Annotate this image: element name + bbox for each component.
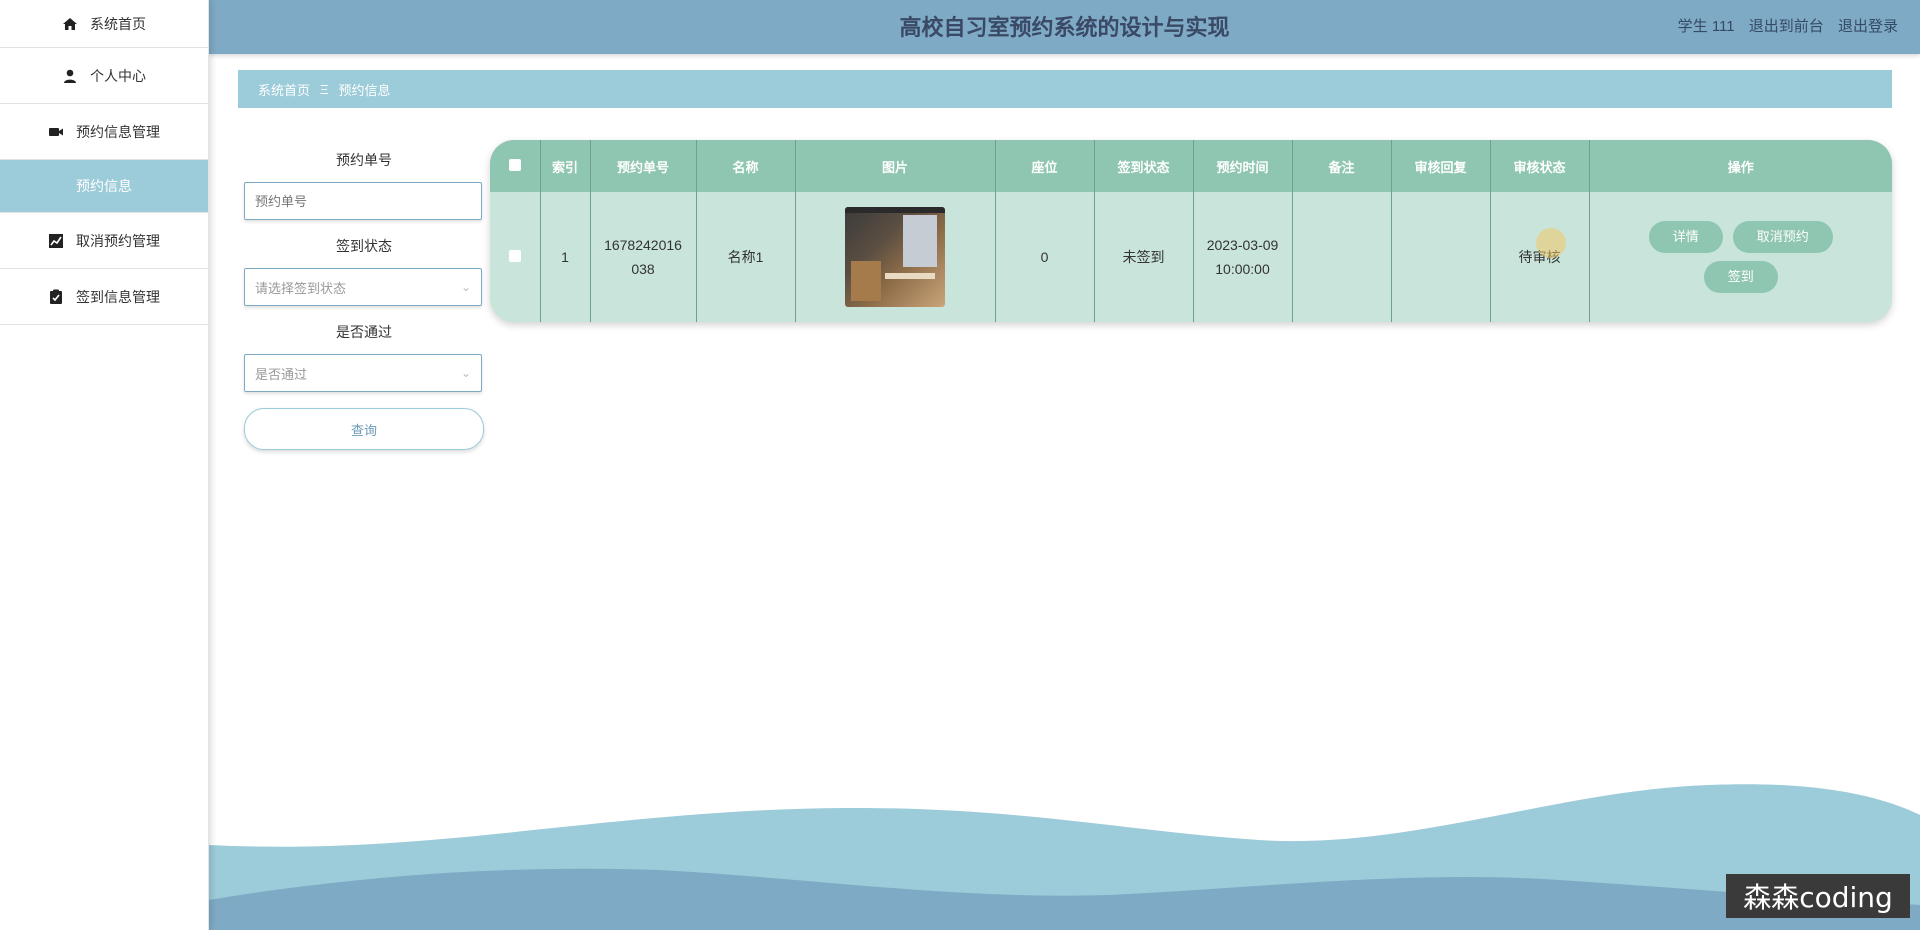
sidebar-item-label: 系统首页 [90, 15, 146, 32]
select-all-cell[interactable] [490, 140, 541, 192]
sidebar: 系统首页 个人中心 预约信息管理 预约信息 取消预约管理 签到信息管理 [0, 0, 209, 930]
watermark: 森森coding [1726, 874, 1910, 918]
cancel-booking-button[interactable]: 取消预约 [1732, 221, 1833, 253]
audit-status-cell: 待审核 [1490, 192, 1590, 322]
booking-time: 10:00:00 [1215, 261, 1270, 277]
column-header: 图片 [795, 140, 996, 192]
reply-cell [1391, 192, 1491, 322]
status-placeholder: 请选择签到状态 [255, 280, 347, 296]
breadcrumb-current: 预约信息 [338, 82, 391, 98]
order-number-line2: 038 [631, 261, 655, 277]
booking-time-cell: 2023-03-09 10:00:00 [1193, 192, 1293, 322]
checkin-button[interactable]: 签到 [1703, 261, 1778, 293]
sidebar-item-label: 预约信息管理 [76, 123, 160, 140]
cursor-highlight [1536, 228, 1566, 258]
user-icon [62, 68, 78, 84]
order-cell: 1678242016 038 [590, 192, 697, 322]
sidebar-item-label: 取消预约管理 [76, 232, 160, 249]
remark-cell [1292, 192, 1392, 322]
breadcrumb-separator: Ξ [320, 81, 329, 97]
status-select[interactable]: 请选择签到状态 ⌄ [244, 268, 482, 306]
column-header: 预约时间 [1193, 140, 1293, 192]
name-cell: 名称1 [696, 192, 796, 322]
select-all-checkbox[interactable] [508, 158, 521, 171]
sidebar-item-label: 签到信息管理 [76, 288, 160, 305]
index-cell: 1 [540, 192, 591, 322]
image-cell [795, 192, 996, 322]
row-checkbox[interactable] [508, 250, 521, 262]
seat-cell: 0 [995, 192, 1095, 322]
sidebar-item-home[interactable]: 系统首页 [0, 0, 208, 48]
sidebar-item-profile[interactable]: 个人中心 [0, 48, 208, 104]
column-header: 审核回复 [1391, 140, 1491, 192]
search-form: 预约单号 签到状态 请选择签到状态 ⌄ 是否通过 是否通过 ⌄ 查询 [244, 150, 484, 450]
column-header: 名称 [696, 140, 796, 192]
column-header: 审核状态 [1490, 140, 1590, 192]
order-number-line1: 1678242016 [604, 237, 682, 253]
logout-link[interactable]: 退出登录 [1838, 18, 1898, 35]
sidebar-item-label: 预约信息 [76, 178, 132, 194]
room-photo[interactable] [845, 207, 945, 307]
order-input[interactable] [244, 182, 482, 220]
order-label: 预约单号 [336, 152, 392, 168]
pass-select[interactable]: 是否通过 ⌄ [244, 354, 482, 392]
column-header: 预约单号 [590, 140, 697, 192]
home-icon [62, 16, 78, 32]
pass-label: 是否通过 [336, 324, 392, 340]
sidebar-item-booking-info[interactable]: 预约信息 [0, 160, 208, 213]
clipboard-icon [48, 289, 64, 305]
column-header: 索引 [540, 140, 591, 192]
header-user-area: 学生 111 退出到前台 退出登录 [1668, 15, 1898, 36]
operations-cell: 详情 取消预约 签到 [1589, 192, 1892, 322]
column-header: 座位 [995, 140, 1095, 192]
to-front-link[interactable]: 退出到前台 [1749, 18, 1824, 35]
table-row: 1 1678242016 038 名称1 0 未签到 2023-03-09 10… [490, 192, 1892, 322]
pass-placeholder: 是否通过 [255, 366, 308, 382]
breadcrumb-home[interactable]: 系统首页 [258, 80, 310, 99]
table-header-row: 索引 预约单号 名称 图片 座位 签到状态 预约时间 备注 审核回复 审核状态 … [490, 140, 1892, 192]
breadcrumb: 系统首页 Ξ 预约信息 [238, 70, 1892, 108]
top-header: 高校自习室预约系统的设计与实现 学生 111 退出到前台 退出登录 [209, 0, 1920, 54]
booking-table: 索引 预约单号 名称 图片 座位 签到状态 预约时间 备注 审核回复 审核状态 … [490, 140, 1892, 322]
column-header: 操作 [1589, 140, 1892, 192]
query-button[interactable]: 查询 [244, 408, 484, 450]
sidebar-item-label: 个人中心 [90, 67, 146, 84]
checkin-status-cell: 未签到 [1094, 192, 1194, 322]
decorative-waves [209, 784, 1920, 930]
sidebar-item-cancel-manage[interactable]: 取消预约管理 [0, 213, 208, 269]
chevron-down-icon: ⌄ [460, 280, 471, 294]
sidebar-item-booking-manage[interactable]: 预约信息管理 [0, 104, 208, 160]
status-label: 签到状态 [336, 238, 392, 254]
detail-button[interactable]: 详情 [1648, 221, 1723, 253]
column-header: 签到状态 [1094, 140, 1194, 192]
column-header: 备注 [1292, 140, 1392, 192]
row-select-cell[interactable] [490, 192, 541, 322]
booking-date: 2023-03-09 [1206, 237, 1279, 253]
sidebar-item-checkin-manage[interactable]: 签到信息管理 [0, 269, 208, 325]
page-title: 高校自习室预约系统的设计与实现 [899, 15, 1230, 40]
chevron-down-icon: ⌄ [460, 366, 471, 380]
user-name: 学生 111 [1677, 18, 1735, 35]
video-icon [48, 124, 64, 140]
chart-icon [48, 233, 64, 249]
